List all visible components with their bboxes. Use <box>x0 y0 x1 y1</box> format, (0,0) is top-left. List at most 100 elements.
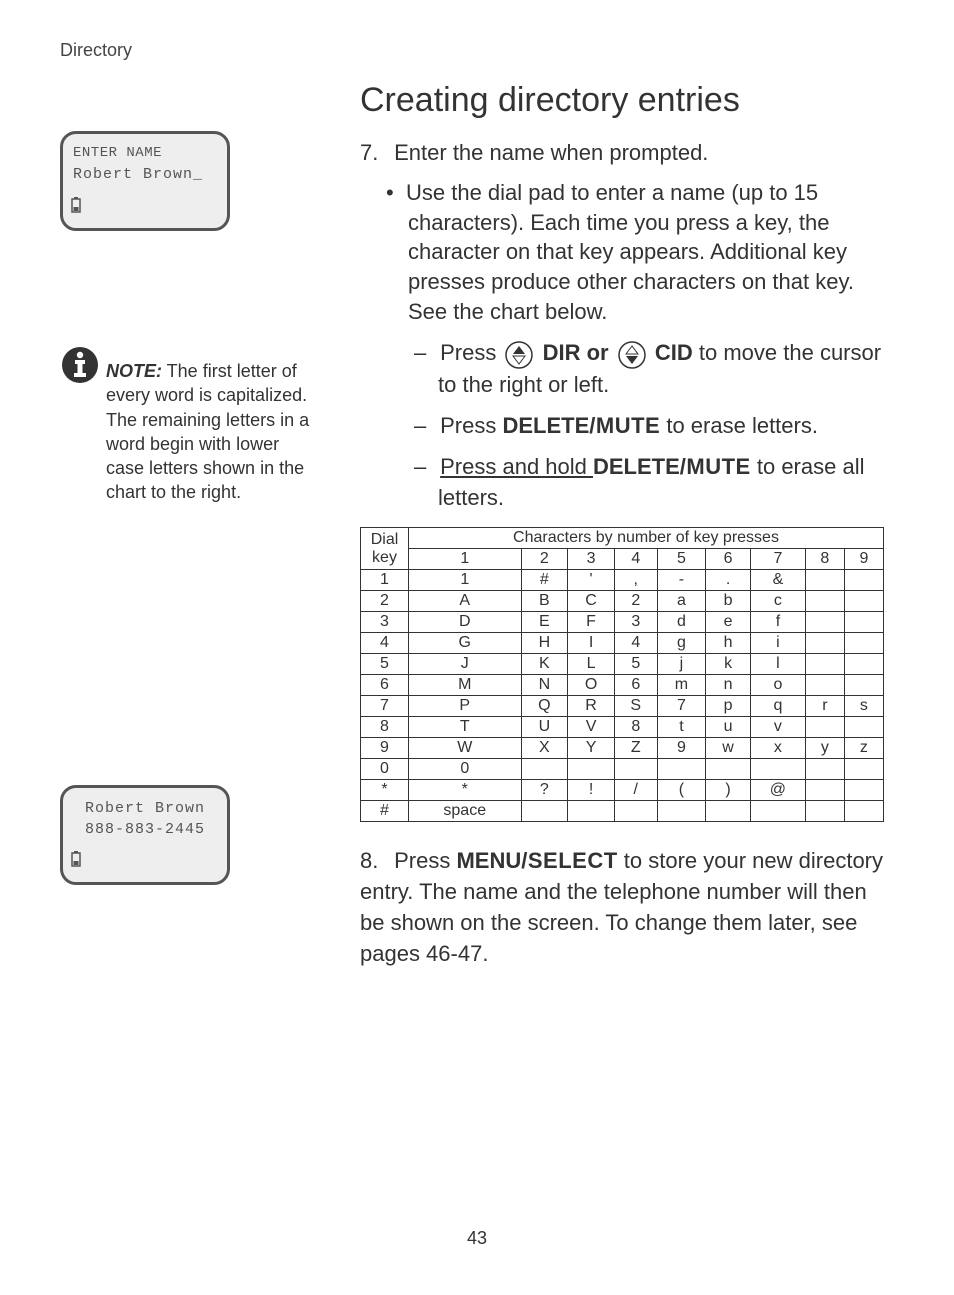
step-8: 8. Press MENU/SELECT to store your new d… <box>360 846 884 969</box>
char-cell <box>805 570 844 591</box>
step8-select: /SELECT <box>521 848 617 873</box>
dash2-mute: /MUTE <box>589 413 660 438</box>
char-cell: & <box>750 570 805 591</box>
dash1-cid: CID <box>655 340 693 365</box>
char-cell: i <box>750 633 805 654</box>
step8-num: 8. <box>360 846 388 877</box>
lcd-stored-entry: Robert Brown 888-883-2445 <box>60 785 230 885</box>
char-cell <box>614 759 657 780</box>
lcd2-line2: 888-883-2445 <box>73 819 217 840</box>
char-cell: G <box>409 633 522 654</box>
char-cell: O <box>568 675 615 696</box>
char-cell <box>614 801 657 822</box>
char-cell: * <box>409 780 522 801</box>
char-cell: k <box>706 654 751 675</box>
table-row: 11#',-.& <box>361 570 884 591</box>
note-text: NOTE: The first letter of every word is … <box>106 351 310 505</box>
dial-key-cell: 4 <box>361 633 409 654</box>
dash2-post: to erase letters. <box>660 413 818 438</box>
step7-dash-1: – Press DIR or CID to move the cursor to… <box>438 338 884 401</box>
char-cell <box>844 654 883 675</box>
table-col-header: 1 <box>409 549 522 570</box>
char-cell: F <box>568 612 615 633</box>
note-block: NOTE: The first letter of every word is … <box>60 351 310 505</box>
char-cell: v <box>750 717 805 738</box>
char-cell <box>844 633 883 654</box>
char-cell: Y <box>568 738 615 759</box>
char-cell: w <box>706 738 751 759</box>
table-col-header: 4 <box>614 549 657 570</box>
dash1-pre: Press <box>440 340 502 365</box>
dial-key-cell: 7 <box>361 696 409 717</box>
table-row: 6MNO6mno <box>361 675 884 696</box>
left-column: ENTER NAME Robert Brown_ NOTE: The first… <box>60 81 310 982</box>
char-cell: N <box>521 675 568 696</box>
dial-key-cell: 5 <box>361 654 409 675</box>
battery-icon <box>71 851 81 874</box>
char-cell: ) <box>706 780 751 801</box>
character-table: Dial key Characters by number of key pre… <box>360 527 884 822</box>
char-cell <box>844 780 883 801</box>
char-cell <box>706 759 751 780</box>
char-cell <box>568 759 615 780</box>
dial-key-cell: 9 <box>361 738 409 759</box>
char-cell <box>805 591 844 612</box>
char-cell: D <box>409 612 522 633</box>
table-row: 9WXYZ9wxyz <box>361 738 884 759</box>
char-cell: n <box>706 675 751 696</box>
char-cell: C <box>568 591 615 612</box>
table-col-header: 3 <box>568 549 615 570</box>
char-cell: o <box>750 675 805 696</box>
char-cell: . <box>706 570 751 591</box>
char-cell <box>805 759 844 780</box>
step-7: 7. Enter the name when prompted. <box>360 140 884 166</box>
table-title: Characters by number of key presses <box>409 528 884 549</box>
char-cell: E <box>521 612 568 633</box>
char-cell: S <box>614 696 657 717</box>
char-cell: / <box>614 780 657 801</box>
table-row: #space <box>361 801 884 822</box>
dial-key-cell: # <box>361 801 409 822</box>
char-cell: ( <box>657 780 706 801</box>
char-cell: q <box>750 696 805 717</box>
step7-dash-3: – Press and hold DELETE/MUTE to erase al… <box>438 452 884 514</box>
char-cell <box>657 759 706 780</box>
char-cell <box>805 780 844 801</box>
char-cell: A <box>409 591 522 612</box>
char-cell <box>521 759 568 780</box>
char-cell <box>568 801 615 822</box>
right-column: Creating directory entries 7. Enter the … <box>310 81 884 982</box>
dash3-bold: DELETE <box>593 454 680 479</box>
lcd2-line1: Robert Brown <box>73 798 217 819</box>
char-cell: l <box>750 654 805 675</box>
char-cell: - <box>657 570 706 591</box>
char-cell: c <box>750 591 805 612</box>
char-cell <box>844 612 883 633</box>
info-icon <box>60 345 100 505</box>
char-cell: space <box>409 801 522 822</box>
table-row: 8TUV8tuv <box>361 717 884 738</box>
down-arrow-icon <box>617 339 647 370</box>
char-cell <box>750 759 805 780</box>
char-cell: # <box>521 570 568 591</box>
char-cell: h <box>706 633 751 654</box>
char-cell: ? <box>521 780 568 801</box>
battery-icon <box>71 197 81 220</box>
char-cell: P <box>409 696 522 717</box>
char-cell: 3 <box>614 612 657 633</box>
dial-key-cell: * <box>361 780 409 801</box>
char-cell: L <box>568 654 615 675</box>
table-row: 5JKL5jkl <box>361 654 884 675</box>
char-cell: 0 <box>409 759 522 780</box>
char-cell <box>844 675 883 696</box>
table-col-header: 9 <box>844 549 883 570</box>
dial-key-cell: 8 <box>361 717 409 738</box>
char-cell: I <box>568 633 615 654</box>
char-cell: Z <box>614 738 657 759</box>
page-number: 43 <box>0 1228 954 1249</box>
dash2-bold: DELETE <box>502 413 589 438</box>
char-cell: y <box>805 738 844 759</box>
table-col-header: 6 <box>706 549 751 570</box>
table-row: 4GHI4ghi <box>361 633 884 654</box>
note-label: NOTE: <box>106 361 162 381</box>
